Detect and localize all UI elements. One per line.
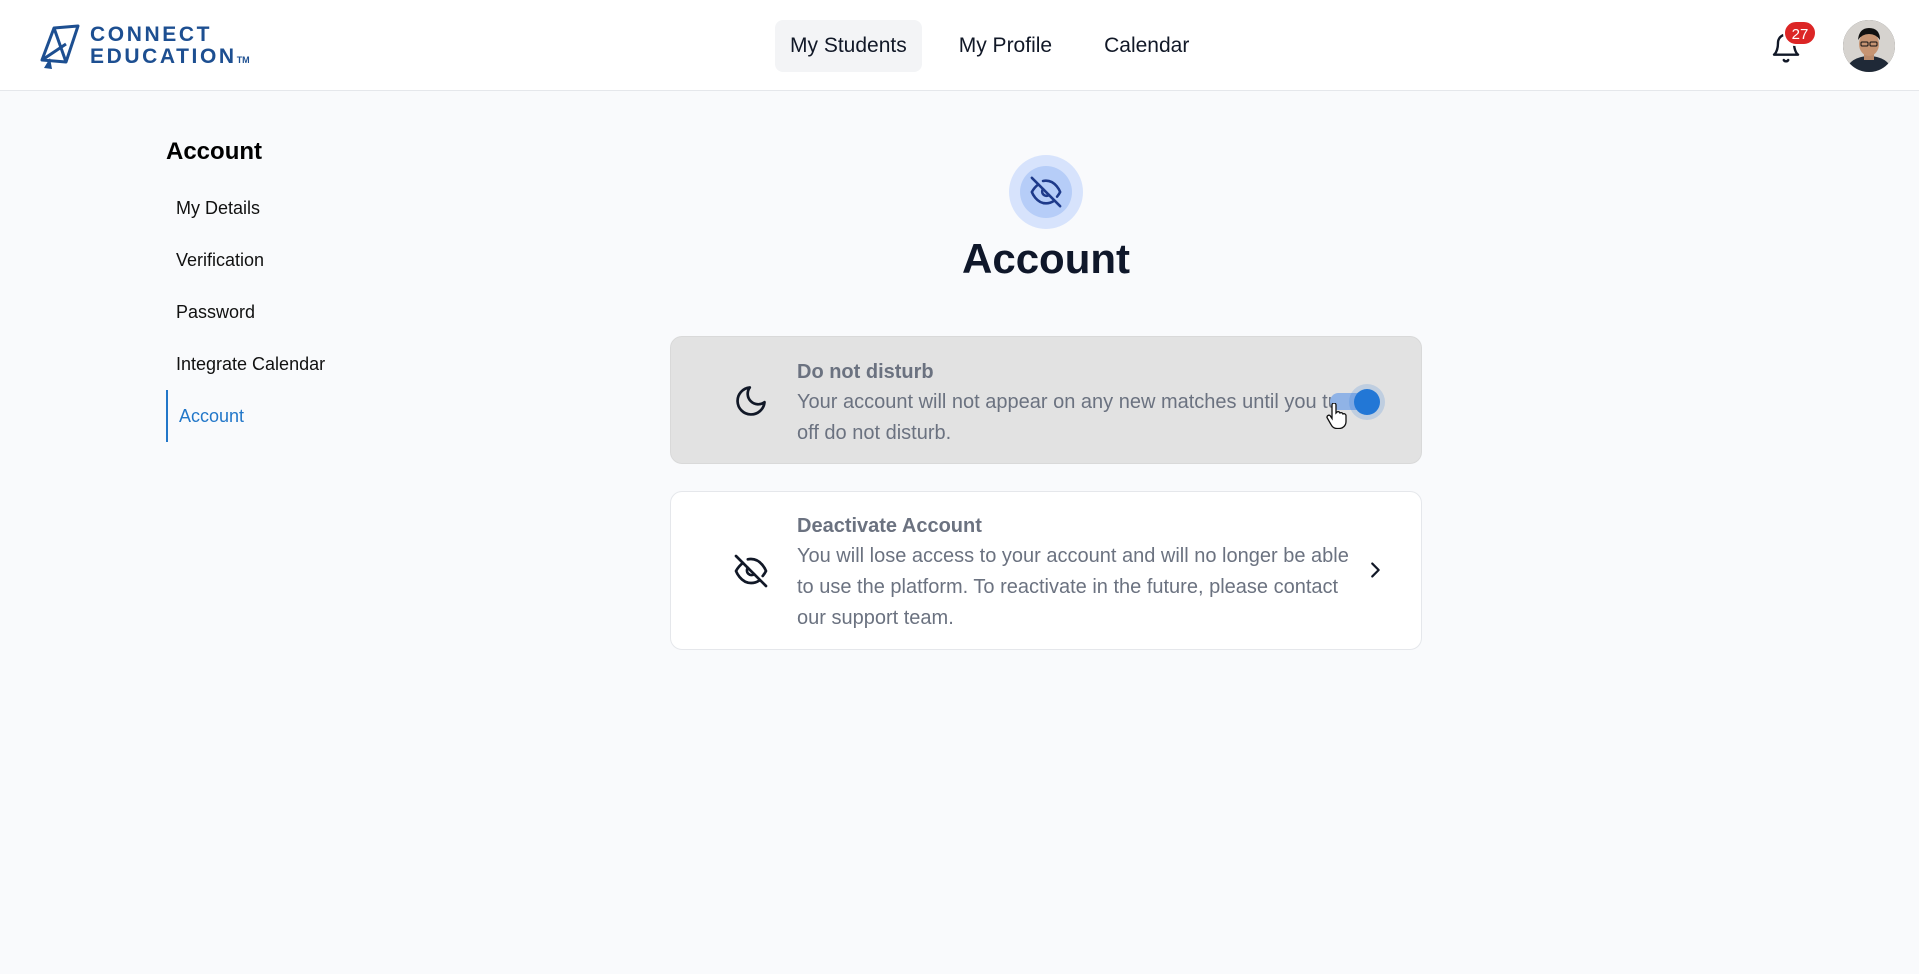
deactivate-account-description: You will lose access to your account and… [797,545,1349,629]
do-not-disturb-title: Do not disturb [797,361,934,383]
eye-off-icon [1030,176,1062,208]
eye-off-icon [734,554,768,588]
logo-trademark: TM [236,54,250,65]
top-navigation-bar: CONNECT EDUCATIONTM My Students My Profi… [0,0,1919,91]
deactivate-account-text: Deactivate Account You will lose access … [797,511,1357,634]
logo-line-1: CONNECT [90,22,213,46]
sidebar-item-verification[interactable]: Verification [166,234,386,286]
logo-wordmark: CONNECT EDUCATIONTM [90,22,250,71]
main-nav: My Students My Profile Calendar [775,20,1226,72]
moon-icon [736,386,766,416]
sidebar-menu: My Details Verification Password Integra… [166,182,386,442]
notification-count-badge: 27 [1783,20,1817,46]
deactivate-account-title: Deactivate Account [797,515,982,537]
nav-calendar[interactable]: Calendar [1089,20,1204,72]
sidebar-title: Account [166,138,262,165]
account-header-icon-badge [1009,155,1083,229]
do-not-disturb-toggle[interactable] [1328,389,1380,415]
do-not-disturb-text: Do not disturb Your account will not app… [797,357,1357,449]
page-title: Account [962,235,1130,282]
sidebar-item-account[interactable]: Account [166,390,386,442]
sidebar-item-my-details[interactable]: My Details [166,182,386,234]
chevron-right-icon[interactable] [1364,558,1386,582]
nav-my-profile[interactable]: My Profile [944,20,1067,72]
logo-line-2: EDUCATION [90,44,237,68]
avatar-image [1843,20,1895,72]
logo-mark-icon [40,24,80,69]
do-not-disturb-card[interactable]: Do not disturb Your account will not app… [670,336,1422,464]
account-header-icon-inner [1020,166,1072,218]
sidebar-item-password[interactable]: Password [166,286,386,338]
sidebar-item-integrate-calendar[interactable]: Integrate Calendar [166,338,386,390]
nav-my-students[interactable]: My Students [775,20,922,72]
user-avatar[interactable] [1843,20,1895,72]
toggle-knob [1354,389,1380,415]
deactivate-account-card[interactable]: Deactivate Account You will lose access … [670,491,1422,650]
connect-education-logo[interactable]: CONNECT EDUCATIONTM [36,22,250,72]
do-not-disturb-description: Your account will not appear on any new … [797,391,1357,444]
